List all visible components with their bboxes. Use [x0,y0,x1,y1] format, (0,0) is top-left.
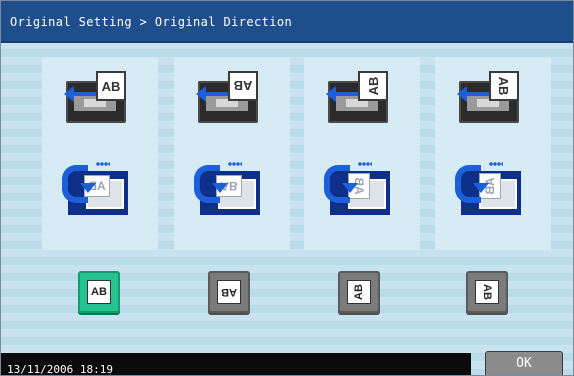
direction-button-rotated-right[interactable]: AB [466,271,508,313]
direction-button-upright[interactable]: AB [78,271,120,313]
original-sheet: AB [228,71,258,101]
adf-feed-illustration: AB [62,71,128,125]
original-sheet: AB [96,71,126,101]
output-tray-illustration: AB [455,161,521,215]
direction-option-column-3: AB AB [304,57,420,250]
title-bar: Original Setting > Original Direction [1,1,573,43]
datetime-display: 13/11/2006 18:19 [7,363,113,376]
original-sheet: AB [358,71,388,101]
direction-button-upside-down[interactable]: AB [208,271,250,313]
status-bar: 13/11/2006 18:19 [1,353,471,376]
adf-feed-illustration: AB [324,71,390,125]
adf-feed-illustration: AB [455,71,521,125]
direction-icon-rotated-left: AB [347,280,371,304]
direction-button-rotated-left[interactable]: AB [338,271,380,313]
output-tray-illustration: AB [324,161,390,215]
page-title: Original Setting > Original Direction [10,15,293,29]
direction-option-column-4: AB AB [435,57,551,250]
ok-button[interactable]: OK [485,351,563,375]
direction-icon-upright: AB [87,280,111,304]
direction-option-column-2: AB AB [174,57,290,250]
output-tray-illustration: AB [62,161,128,215]
output-tray-illustration: AB [194,161,260,215]
direction-option-column-1: AB AB [42,57,158,250]
direction-icon-upside-down: AB [217,280,241,304]
original-sheet: AB [489,71,519,101]
direction-icon-rotated-right: AB [475,280,499,304]
original-direction-screen: Original Setting > Original Direction AB… [0,0,574,376]
adf-feed-illustration: AB [194,71,260,125]
